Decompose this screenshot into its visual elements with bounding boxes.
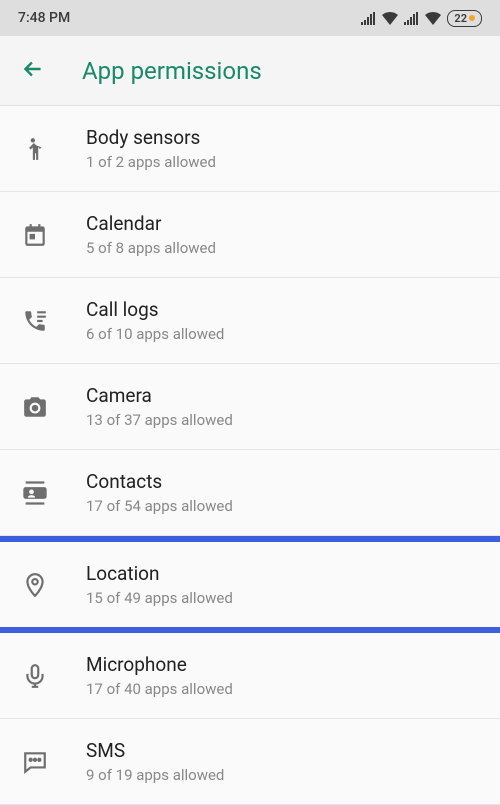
back-arrow-icon[interactable]: [20, 56, 46, 86]
permission-item-calendar[interactable]: Calendar 5 of 8 apps allowed: [0, 192, 500, 278]
battery-indicator: 22: [447, 10, 482, 27]
item-title: Location: [86, 562, 233, 585]
item-title: SMS: [86, 739, 224, 762]
permission-item-contacts[interactable]: Contacts 17 of 54 apps allowed: [0, 450, 500, 536]
permission-item-camera[interactable]: Camera 13 of 37 apps allowed: [0, 364, 500, 450]
item-subtitle: 17 of 54 apps allowed: [86, 497, 233, 515]
location-icon: [20, 570, 50, 600]
item-text: Contacts 17 of 54 apps allowed: [86, 470, 233, 515]
status-indicators: 22: [361, 10, 482, 27]
permission-item-location[interactable]: Location 15 of 49 apps allowed: [0, 536, 500, 633]
item-text: Call logs 6 of 10 apps allowed: [86, 298, 224, 343]
item-subtitle: 17 of 40 apps allowed: [86, 680, 233, 698]
battery-level: 22: [454, 12, 467, 25]
signal-icon: [361, 12, 376, 25]
item-text: Location 15 of 49 apps allowed: [86, 562, 233, 607]
wifi-icon-2: [425, 12, 441, 25]
sms-icon: [20, 747, 50, 777]
status-time: 7:48 PM: [18, 10, 70, 26]
permissions-list: Body sensors 1 of 2 apps allowed Calenda…: [0, 106, 500, 805]
item-title: Camera: [86, 384, 233, 407]
permission-item-microphone[interactable]: Microphone 17 of 40 apps allowed: [0, 633, 500, 719]
permission-item-body-sensors[interactable]: Body sensors 1 of 2 apps allowed: [0, 106, 500, 192]
signal-icon-2: [404, 12, 419, 25]
item-title: Calendar: [86, 212, 216, 235]
battery-dot-icon: [469, 15, 475, 21]
call-logs-icon: [20, 306, 50, 336]
calendar-icon: [20, 220, 50, 250]
item-subtitle: 9 of 19 apps allowed: [86, 766, 224, 784]
page-title: App permissions: [82, 57, 262, 85]
item-text: Microphone 17 of 40 apps allowed: [86, 653, 233, 698]
item-subtitle: 6 of 10 apps allowed: [86, 325, 224, 343]
item-title: Call logs: [86, 298, 224, 321]
item-title: Microphone: [86, 653, 233, 676]
wifi-icon: [382, 12, 398, 25]
item-title: Body sensors: [86, 126, 216, 149]
item-text: Camera 13 of 37 apps allowed: [86, 384, 233, 429]
item-text: SMS 9 of 19 apps allowed: [86, 739, 224, 784]
item-text: Calendar 5 of 8 apps allowed: [86, 212, 216, 257]
item-subtitle: 1 of 2 apps allowed: [86, 153, 216, 171]
body-sensors-icon: [20, 134, 50, 164]
header: App permissions: [0, 36, 500, 106]
item-subtitle: 15 of 49 apps allowed: [86, 589, 233, 607]
microphone-icon: [20, 661, 50, 691]
camera-icon: [20, 392, 50, 422]
item-title: Contacts: [86, 470, 233, 493]
permission-item-call-logs[interactable]: Call logs 6 of 10 apps allowed: [0, 278, 500, 364]
item-subtitle: 13 of 37 apps allowed: [86, 411, 233, 429]
permission-item-sms[interactable]: SMS 9 of 19 apps allowed: [0, 719, 500, 805]
item-subtitle: 5 of 8 apps allowed: [86, 239, 216, 257]
item-text: Body sensors 1 of 2 apps allowed: [86, 126, 216, 171]
contacts-icon: [20, 478, 50, 508]
status-bar: 7:48 PM 22: [0, 0, 500, 36]
